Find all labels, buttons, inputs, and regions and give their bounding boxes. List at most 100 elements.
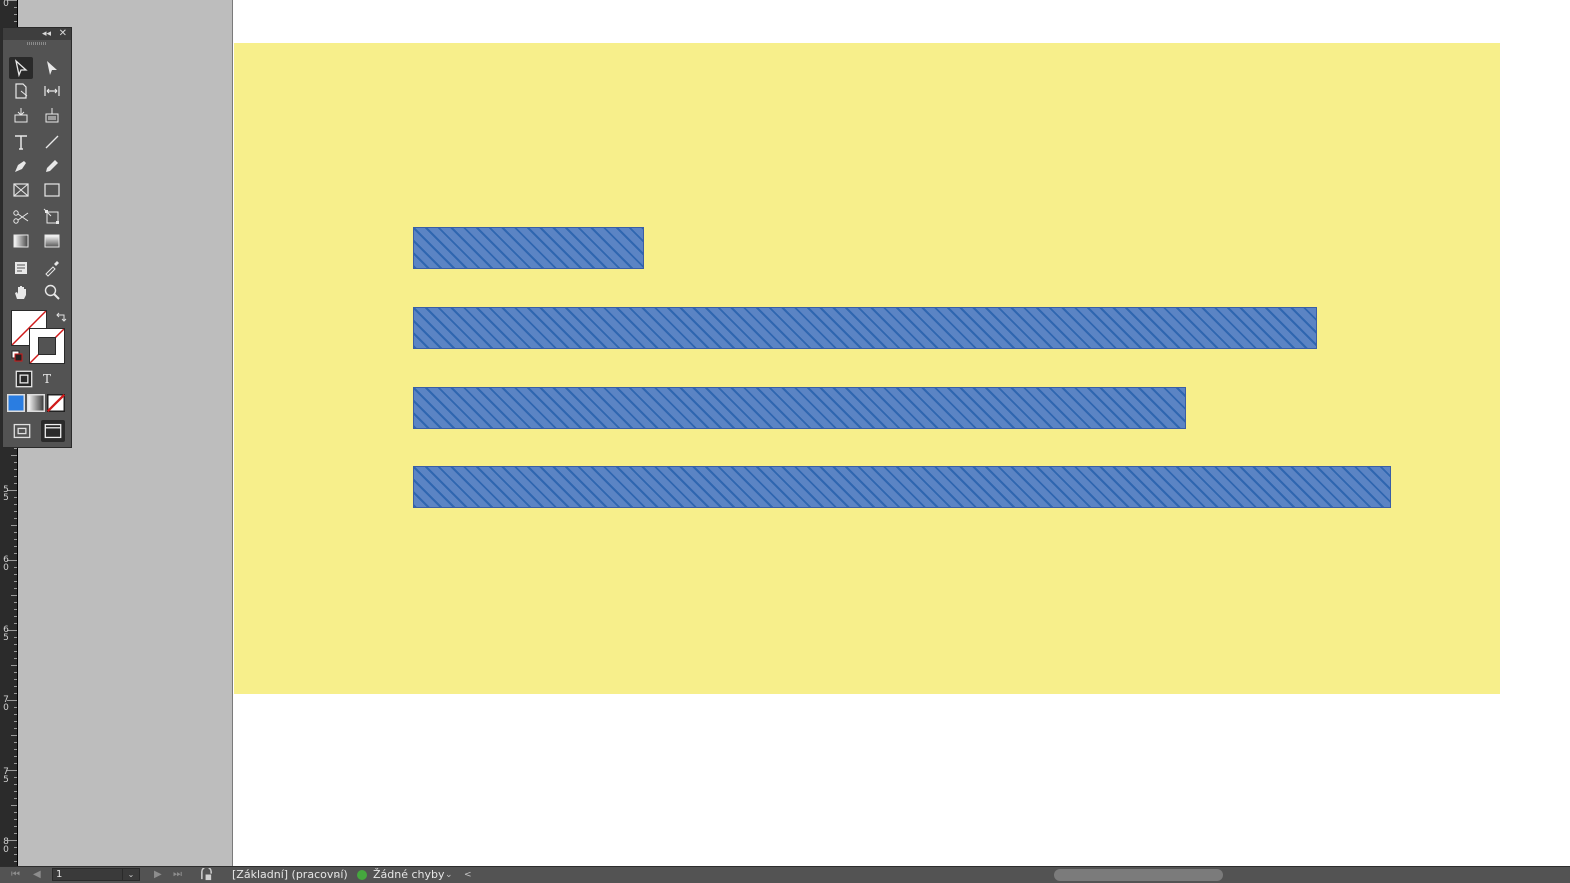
next-page-button[interactable]: ▶: [154, 868, 162, 882]
gradient-swatch-tool[interactable]: [9, 230, 33, 252]
formatting-container-button[interactable]: [13, 369, 35, 389]
horizontal-scrollbar-thumb[interactable]: [1054, 869, 1223, 881]
ruler-tick: [14, 637, 17, 638]
ruler-tick: [14, 686, 17, 687]
ruler-tick: [14, 714, 17, 715]
ruler-tick: [14, 854, 17, 855]
ruler-tick: [14, 483, 17, 484]
gap-tool[interactable]: [40, 80, 64, 102]
ruler-tick: [14, 651, 17, 652]
bar-shape-2[interactable]: [413, 307, 1317, 349]
ruler-tick: [14, 672, 17, 673]
page-number-field[interactable]: 1 ⌄: [52, 868, 140, 881]
page-tool[interactable]: [9, 80, 33, 102]
ruler-tick: [14, 602, 17, 603]
ruler-tick: [11, 525, 17, 526]
content-placer-icon: [45, 108, 59, 123]
ruler-tick: [14, 546, 17, 547]
profile-label[interactable]: [Základní] (pracovní): [232, 868, 348, 882]
swap-colors-icon[interactable]: [55, 311, 67, 323]
gradient-feather-tool[interactable]: [40, 230, 64, 252]
status-bar: ⏮ ◀ 1 ⌄ ▶ ⏭ [Základní] (pracovní) ⌄ Žádn…: [0, 866, 1570, 883]
tools-panel[interactable]: ◂◂ ✕ T: [2, 27, 72, 448]
gradient-swatch-tool-icon: [13, 234, 29, 248]
ruler-tick: [14, 14, 17, 15]
default-colors-icon[interactable]: [11, 350, 23, 362]
ruler-tick: [14, 567, 17, 568]
hand-tool[interactable]: [9, 281, 33, 303]
ruler-tick: [14, 679, 17, 680]
direct-selection-tool[interactable]: [40, 57, 64, 79]
zoom-tool-icon: [44, 284, 60, 300]
ruler-tick: [14, 504, 17, 505]
apply-none-icon: [47, 394, 65, 412]
zoom-tool[interactable]: [40, 281, 64, 303]
apply-color-button[interactable]: [7, 394, 25, 412]
container-icon: [15, 370, 33, 388]
rectangle-tool-icon: [44, 183, 60, 197]
bar-shape-4[interactable]: [413, 466, 1391, 508]
stroke-swatch[interactable]: [29, 328, 65, 364]
selection-tool[interactable]: [9, 57, 33, 79]
ruler-tick: [14, 7, 17, 8]
apply-color-icon: [7, 394, 25, 412]
scroll-left-icon[interactable]: <: [464, 868, 472, 882]
tools-panel-header[interactable]: ◂◂ ✕: [3, 28, 71, 40]
ruler-tick: [11, 455, 17, 456]
ruler-tick: [14, 539, 17, 540]
hand-tool-icon: [15, 286, 26, 299]
ruler-tick: [14, 833, 17, 834]
scissors-tool[interactable]: [9, 206, 33, 228]
collapse-panel-icon[interactable]: ◂◂: [42, 28, 51, 40]
page-tool-icon: [15, 83, 28, 99]
preflight-status-text[interactable]: Žádné chyby: [373, 868, 445, 882]
bar-shape-1[interactable]: [413, 227, 644, 269]
scissors-tool-icon: [13, 210, 29, 224]
ruler-tick: [14, 756, 17, 757]
ruler-tick: [14, 644, 17, 645]
rectangle-frame-tool[interactable]: [9, 179, 33, 201]
ruler-tick: [14, 791, 17, 792]
document-open-icon[interactable]: [200, 868, 213, 881]
content-collector-tool[interactable]: [9, 104, 33, 126]
ruler-label: 5: [3, 775, 9, 785]
apply-none-button[interactable]: [47, 394, 65, 412]
ruler-label: 0: [3, 563, 9, 573]
preflight-status-icon: [357, 870, 367, 880]
free-transform-tool[interactable]: [40, 206, 64, 228]
pen-tool[interactable]: [9, 155, 33, 177]
rectangle-tool[interactable]: [40, 179, 64, 201]
profile-dropdown-icon[interactable]: ⌄: [333, 868, 341, 882]
first-page-button[interactable]: ⏮: [11, 868, 20, 882]
bar-shape-3[interactable]: [413, 387, 1186, 429]
stroke-inner: [38, 337, 56, 355]
pencil-tool[interactable]: [40, 155, 64, 177]
type-tool[interactable]: [9, 131, 33, 153]
content-placer-tool[interactable]: [40, 104, 64, 126]
ruler-tick: [14, 861, 17, 862]
document-page[interactable]: [234, 43, 1500, 694]
preflight-dropdown-icon[interactable]: ⌄: [445, 868, 453, 882]
eyedropper-tool[interactable]: [40, 257, 64, 279]
ruler-tick: [14, 658, 17, 659]
apply-gradient-icon: [27, 394, 45, 412]
close-panel-icon[interactable]: ✕: [59, 28, 67, 40]
previous-page-button[interactable]: ◀: [33, 868, 41, 882]
line-tool[interactable]: [40, 131, 64, 153]
apply-gradient-button[interactable]: [27, 394, 45, 412]
ruler-tick: [14, 742, 17, 743]
ruler-tick: [14, 21, 17, 22]
last-page-button[interactable]: ⏭: [173, 868, 182, 882]
ruler-tick: [14, 609, 17, 610]
formatting-text-button[interactable]: T: [36, 369, 58, 389]
screen-mode-button[interactable]: [41, 420, 65, 442]
ruler-tick: [14, 707, 17, 708]
view-mode-button[interactable]: [11, 421, 33, 441]
ruler-tick: [14, 826, 17, 827]
document-canvas[interactable]: [232, 0, 1570, 866]
ruler-label: 0: [3, 0, 9, 9]
note-tool[interactable]: [9, 257, 33, 279]
page-number-dropdown[interactable]: ⌄: [122, 869, 139, 880]
ruler-tick: [14, 588, 17, 589]
panel-grip[interactable]: [27, 42, 47, 45]
